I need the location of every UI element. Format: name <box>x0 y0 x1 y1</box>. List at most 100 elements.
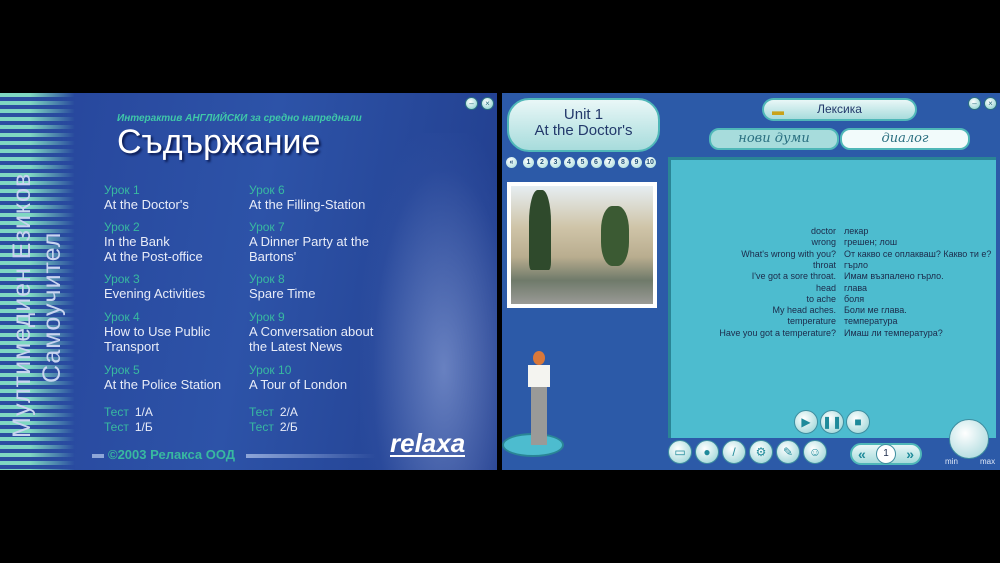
vocab-english: What's wrong with you? <box>741 248 836 259</box>
page-button-4[interactable]: 4 <box>563 157 575 168</box>
lesson-label: Урок 5 <box>104 363 140 377</box>
lesson-title: A Conversation about <box>249 324 374 339</box>
page-title: Съдържание <box>117 123 321 161</box>
page-button-2[interactable]: 2 <box>536 157 548 168</box>
lesson-title: Transport <box>104 339 160 354</box>
page-button-6[interactable]: 6 <box>590 157 602 168</box>
page-button-1[interactable]: 1 <box>523 157 534 168</box>
page-button-5[interactable]: 5 <box>577 157 588 168</box>
statue-image <box>360 133 497 470</box>
lesson-title: At the Post-office <box>104 249 203 264</box>
play-button[interactable]: ▶ <box>794 410 818 434</box>
lesson-item[interactable]: Урок 8 Spare Time <box>249 272 315 301</box>
stop-button[interactable]: ■ <box>846 410 870 434</box>
vocab-bulgarian: глава <box>844 282 868 293</box>
lesson-item[interactable]: Урок 2 In the Bank At the Post-office <box>104 220 203 264</box>
lesson-title: Spare Time <box>249 286 316 301</box>
vocab-bulgarian: лекар <box>844 226 869 236</box>
page-button-8[interactable]: 8 <box>617 157 629 168</box>
vocab-english: Have you got a temperature? <box>719 327 836 338</box>
lesson-title: How to Use Public <box>104 324 211 339</box>
contents-window: Мултимедиен Езиков Самоучител Интерактив… <box>0 93 497 470</box>
page-button-3[interactable]: 3 <box>550 157 561 168</box>
page-number: 1 <box>876 444 896 464</box>
page-button-7[interactable]: 7 <box>604 157 615 168</box>
lesson-label: Урок 9 <box>249 310 285 324</box>
lesson-item[interactable]: Урок 3 Evening Activities <box>104 272 205 301</box>
lesson-title: At the Filling-Station <box>249 197 366 212</box>
vocab-english: wrong <box>811 237 836 248</box>
vocabulary-panel: doctor лекар wrong грешен; лош What's wrong … <box>668 157 996 438</box>
pause-button[interactable]: ❚❚ <box>820 410 844 434</box>
close-button[interactable]: × <box>481 97 494 110</box>
book-button[interactable]: ▭ <box>668 440 692 464</box>
lesson-item[interactable]: Урок 9A Conversation about the Latest New… <box>249 310 373 354</box>
lesson-item[interactable]: Урок 5 At the Police Station <box>104 363 221 392</box>
teacher-character <box>526 351 552 451</box>
page-nav: « 1 » <box>850 443 922 465</box>
close-button[interactable]: × <box>984 97 997 110</box>
vocab-bulgarian: гърло <box>844 259 868 270</box>
test-2a[interactable]: Тест 2/А <box>249 405 298 419</box>
lesson-title: Bartons' <box>249 249 297 264</box>
vocab-english: temperature <box>787 316 836 327</box>
vocab-bulgarian: От какво се оплакваш? Какво ти е? <box>844 248 992 259</box>
tab-new-words[interactable]: нови думи <box>709 128 839 150</box>
test-2b[interactable]: Тест 2/Б <box>249 420 298 434</box>
prev-page-button[interactable]: « <box>858 445 866 463</box>
lesson-item[interactable]: Урок 10 A Tour of London <box>249 363 347 392</box>
relaxa-logo: relaxa <box>390 428 466 458</box>
vocab-english: I've got a sore throat. <box>751 271 836 282</box>
vocab-bulgarian: Имаш ли температура? <box>844 327 943 338</box>
lesson-title: In the Bank <box>104 234 170 249</box>
head-button[interactable]: ☺ <box>803 440 827 464</box>
book-icon: ▬ <box>772 104 784 118</box>
lesson-title: At the Doctor's <box>104 197 189 212</box>
vocab-bulgarian: температура <box>844 316 898 327</box>
settings-button[interactable]: ⚙ <box>749 440 773 464</box>
lesson-photo <box>507 182 657 308</box>
lesson-item[interactable]: Урок 6 At the Filling-Station <box>249 183 365 212</box>
test-1b[interactable]: Тест 1/Б <box>104 420 153 434</box>
lesson-label: Урок 6 <box>249 183 285 197</box>
lesson-label: Урок 10 <box>249 363 292 377</box>
side-title-1: Мултимедиен Езиков <box>8 172 36 438</box>
pen-button[interactable]: / <box>722 440 746 464</box>
divider <box>246 454 376 458</box>
tab-dialogue[interactable]: диалог <box>840 128 970 150</box>
page-button-10[interactable]: 10 <box>644 157 656 168</box>
next-page-button[interactable]: » <box>906 445 914 463</box>
copyright: ©2003 Релакса ООД <box>108 447 236 462</box>
lesson-item[interactable]: Урок 7A Dinner Party at the Bartons' <box>249 220 369 264</box>
lesson-label: Урок 1 <box>104 183 140 197</box>
minimize-button[interactable]: – <box>968 97 981 110</box>
lesson-label: Урок 8 <box>249 272 285 286</box>
lesson-title: Evening Activities <box>104 286 206 301</box>
volume-max: max <box>980 457 996 466</box>
unit-label: Unit 1 <box>563 106 604 123</box>
vocab-english: throat <box>812 259 836 270</box>
microphone-button[interactable]: ✎ <box>776 440 800 464</box>
minimize-button[interactable]: – <box>465 97 478 110</box>
vocab-english: head <box>815 282 836 293</box>
lesson-label: Урок 7 <box>249 220 285 234</box>
speech-button[interactable]: ● <box>695 440 719 464</box>
divider <box>92 454 104 458</box>
section-button[interactable]: ▬ Лексика <box>762 98 917 121</box>
lesson-item[interactable]: Урок 4 How to Use Public Transport <box>104 310 210 354</box>
page-button-9[interactable]: 9 <box>631 157 642 168</box>
volume-min: min <box>945 457 958 466</box>
lesson-title: A Tour of London <box>249 377 348 392</box>
side-title-2: Самоучител <box>38 231 66 383</box>
volume-knob[interactable] <box>949 419 989 459</box>
lesson-item[interactable]: Урок 1 At the Doctor's <box>104 183 189 212</box>
lesson-label: Урок 4 <box>104 310 140 324</box>
test-1a[interactable]: Тест 1/А <box>104 405 153 419</box>
back-button[interactable]: « <box>506 157 517 168</box>
lesson-label: Урок 3 <box>104 272 140 286</box>
vocab-bulgarian: грешен; лош <box>844 237 898 248</box>
lesson-label: Урок 2 <box>104 220 140 234</box>
unit-title: At the Doctor's <box>534 122 633 139</box>
section-label: Лексика <box>817 102 862 116</box>
unit-box: Unit 1 At the Doctor's <box>507 98 660 152</box>
